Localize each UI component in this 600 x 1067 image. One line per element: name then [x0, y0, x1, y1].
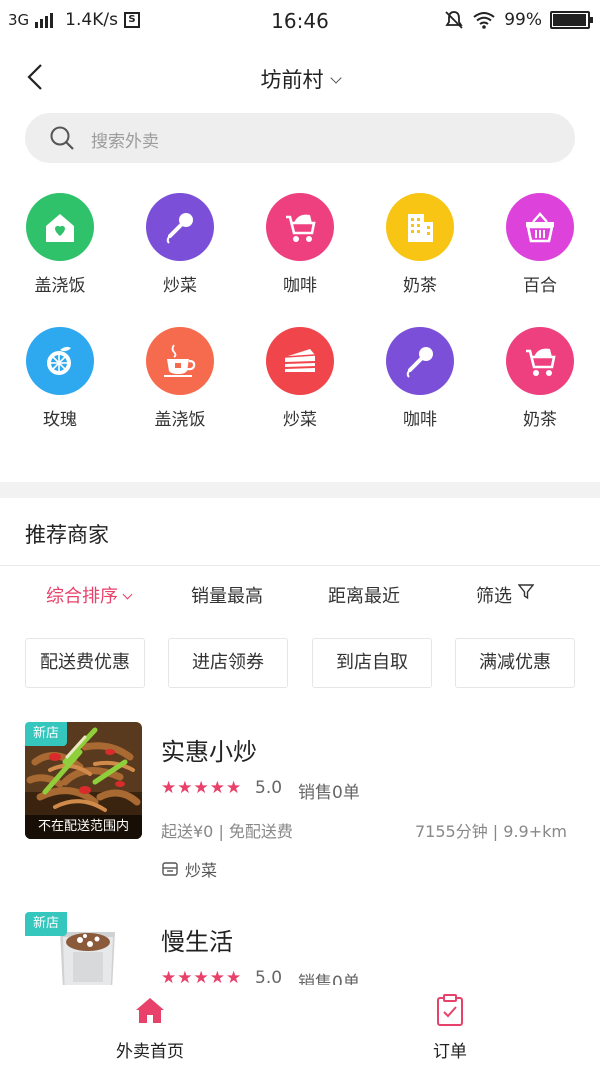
chip-delivery-discount[interactable]: 配送费优惠 — [25, 638, 145, 688]
category-item[interactable]: 盖浇饭 — [120, 327, 240, 430]
category-label: 百合 — [523, 276, 557, 296]
chip-store-coupon[interactable]: 进店领券 — [168, 638, 288, 688]
category-label: 盖浇饭 — [34, 276, 86, 296]
category-item[interactable]: 玫瑰 — [0, 327, 120, 430]
sort-sales[interactable]: 销量最高 — [191, 582, 263, 608]
delivery-distance: 7155分钟 | 9.9+km — [415, 822, 567, 841]
sort-distance[interactable]: 距离最近 — [328, 582, 400, 608]
section-divider — [0, 482, 600, 498]
search-bar[interactable]: 搜索外卖 — [25, 113, 575, 163]
star-icon: ★ — [209, 968, 225, 985]
star-icon: ★ — [226, 968, 242, 985]
sort-label: 筛选 — [476, 586, 512, 607]
category-label: 咖啡 — [403, 410, 437, 430]
chip-full-reduction[interactable]: 满减优惠 — [455, 638, 575, 688]
category-label: 咖啡 — [283, 276, 317, 296]
basket-icon — [506, 193, 574, 261]
sort-label: 距离最近 — [328, 586, 400, 607]
category-label: 炒菜 — [163, 276, 197, 296]
order-clipboard-icon — [437, 994, 463, 1026]
star-rating: ★ ★ ★ ★ ★ — [161, 778, 241, 798]
building-icon — [386, 193, 454, 261]
shop-tag: 炒菜 — [161, 857, 217, 881]
star-icon: ★ — [161, 968, 177, 985]
shop-card[interactable]: 新店 不在配送范围内 实惠小炒 ★ ★ ★ ★ ★ 5.0 销售0单 起送¥0 | 免配… — [0, 722, 600, 892]
shop-name: 实惠小炒 — [161, 738, 257, 766]
sort-bar: 综合排序 销量最高 距离最近 筛选 — [0, 582, 600, 608]
star-icon: ★ — [193, 968, 209, 985]
category-item[interactable]: 咖啡 — [360, 327, 480, 430]
sales-count: 销售0单 — [298, 783, 360, 803]
category-label: 奶茶 — [523, 410, 557, 430]
star-rating: ★ ★ ★ ★ ★ — [161, 968, 241, 985]
microphone-icon — [146, 193, 214, 261]
chip-self-pickup[interactable]: 到店自取 — [312, 638, 432, 688]
star-icon: ★ — [177, 778, 193, 798]
filter-button[interactable]: 筛选 — [476, 582, 535, 608]
new-store-badge: 新店 — [25, 722, 67, 746]
sort-label: 销量最高 — [191, 586, 263, 607]
tab-orders[interactable]: 订单 — [390, 993, 510, 1062]
rating-value: 5.0 — [255, 968, 283, 985]
category-label: 炒菜 — [283, 410, 317, 430]
star-icon: ★ — [193, 778, 209, 798]
star-icon: ★ — [161, 778, 177, 798]
tab-home-label: 外卖首页 — [116, 1042, 184, 1062]
delivery-fee: 起送¥0 | 免配送费 — [161, 822, 293, 841]
teacup-icon — [146, 327, 214, 395]
location-selector[interactable]: 坊前村 — [0, 64, 600, 94]
tab-home[interactable]: 外卖首页 — [90, 993, 210, 1062]
location-label: 坊前村 — [260, 68, 324, 92]
divider-line — [0, 565, 600, 566]
house-heart-icon — [26, 193, 94, 261]
category-item[interactable]: 奶茶 — [480, 327, 600, 430]
status-bar: 3G 1.4K/s S 16:46 99% — [0, 0, 600, 42]
star-icon: ★ — [226, 778, 242, 798]
category-label: 盖浇饭 — [154, 410, 206, 430]
filter-icon — [517, 584, 535, 600]
search-icon — [50, 126, 74, 150]
section-title: 推荐商家 — [25, 523, 109, 547]
battery-icon — [550, 11, 593, 29]
out-of-range-note: 不在配送范围内 — [25, 815, 142, 839]
stroller-icon — [506, 327, 574, 395]
category-item[interactable]: 炒菜 — [240, 327, 360, 430]
shop-card[interactable]: 新店 慢生活 ★ ★ ★ ★ ★ 5.0 销售0单 — [0, 912, 600, 985]
category-item[interactable]: 奶茶 — [360, 193, 480, 296]
category-item[interactable]: 炒菜 — [120, 193, 240, 296]
category-item[interactable]: 咖啡 — [240, 193, 360, 296]
sort-comprehensive[interactable]: 综合排序 — [46, 582, 133, 608]
battery-percent: 99% — [504, 10, 542, 30]
sales-count: 销售0单 — [298, 973, 360, 985]
chevron-down-icon — [329, 72, 342, 84]
category-item[interactable]: 百合 — [480, 193, 600, 296]
cake-icon — [266, 327, 334, 395]
shop-tag-label: 炒菜 — [185, 861, 218, 880]
bottom-tab-bar: 外卖首页 订单 — [0, 985, 600, 1067]
star-icon: ★ — [209, 778, 225, 798]
category-label: 奶茶 — [403, 276, 437, 296]
shop-name: 慢生活 — [161, 928, 233, 956]
chevron-down-icon — [122, 589, 133, 600]
wifi-icon — [473, 12, 495, 29]
stroller-icon — [266, 193, 334, 261]
category-item[interactable]: 盖浇饭 — [0, 193, 120, 296]
microphone-icon — [386, 327, 454, 395]
rating-value: 5.0 — [255, 778, 283, 798]
orange-icon — [26, 327, 94, 395]
sort-label: 综合排序 — [46, 586, 118, 607]
search-placeholder: 搜索外卖 — [91, 132, 159, 152]
store-icon — [162, 862, 178, 876]
header: 坊前村 — [0, 50, 600, 106]
star-icon: ★ — [177, 968, 193, 985]
category-label: 玫瑰 — [43, 410, 77, 430]
new-store-badge: 新店 — [25, 912, 67, 936]
mute-bell-icon — [445, 11, 463, 29]
home-icon — [136, 998, 164, 1023]
tab-orders-label: 订单 — [433, 1042, 467, 1062]
